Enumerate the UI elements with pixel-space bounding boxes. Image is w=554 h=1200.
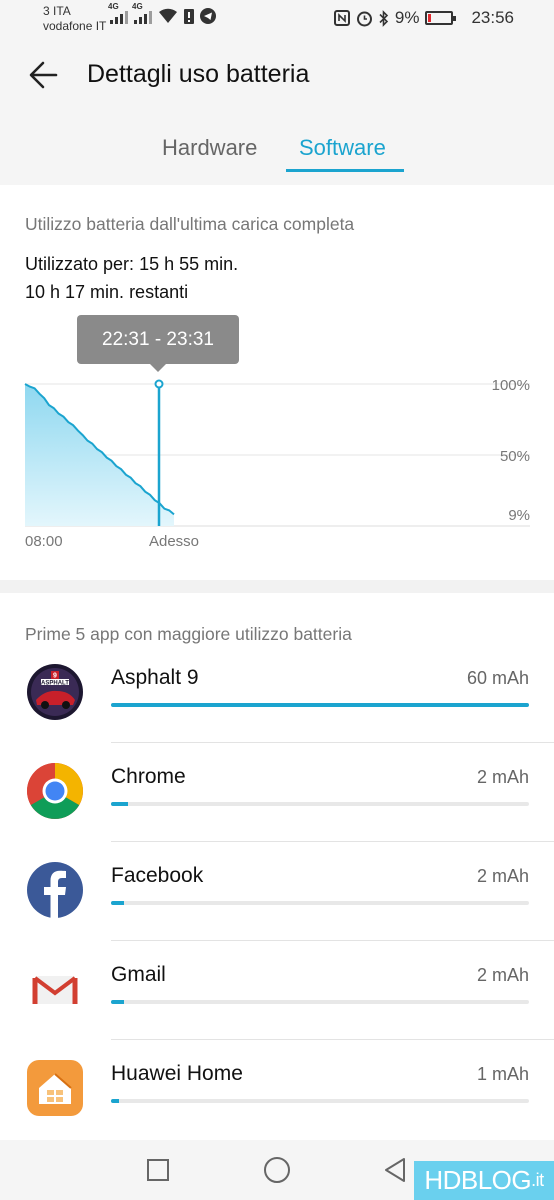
alert-icon — [184, 9, 194, 24]
usage-bar — [111, 1099, 529, 1103]
tab-software[interactable]: Software — [299, 135, 386, 161]
app-mah: 60 mAh — [466, 668, 529, 688]
app-row-chrome[interactable]: Chrome 2 mAh — [0, 763, 554, 862]
chart-tooltip: 22:31 - 23:31 — [77, 315, 239, 364]
app-mah: 2 mAh — [476, 866, 529, 886]
huawei-home-icon — [27, 1060, 83, 1116]
clock: 23:56 — [471, 8, 514, 27]
remaining-time: 10 h 17 min. restanti — [25, 282, 189, 302]
apps-heading: Prime 5 app con maggiore utilizzo batter… — [25, 624, 352, 644]
asphalt-icon: ASPHALT 9 — [27, 664, 83, 720]
status-left-icons: 4G 4G — [108, 2, 216, 24]
status-bar: 3 ITA vodafone IT 4G 4G 9% 23:56 — [0, 0, 554, 40]
chart-cursor-dot — [154, 379, 164, 389]
app-name: Asphalt 9 — [111, 666, 199, 689]
watermark-text: HDBLOG — [424, 1165, 532, 1195]
used-value: 15 h 55 min. — [139, 254, 239, 274]
app-row-gmail[interactable]: Gmail 2 mAh — [0, 961, 554, 1060]
battery-icon — [425, 11, 457, 25]
app-name: Huawei Home — [111, 1062, 243, 1085]
used-time: Utilizzato per: 15 h 55 min. — [25, 254, 238, 275]
usage-bar — [111, 901, 529, 905]
section-divider — [0, 580, 554, 593]
carrier-info: 3 ITA vodafone IT — [43, 4, 106, 34]
app-name: Gmail — [111, 963, 166, 986]
signal-tag-2: 4G — [132, 2, 143, 11]
row-divider — [111, 1039, 554, 1040]
page-title: Dettagli uso batteria — [87, 60, 310, 88]
gmail-icon — [32, 976, 78, 1004]
watermark-suffix: .it — [531, 1170, 544, 1190]
battery-percent: 9% — [394, 8, 420, 27]
svg-text:ASPHALT: ASPHALT — [41, 681, 69, 687]
signal-icon: 4G — [108, 2, 128, 24]
active-tab-indicator — [286, 169, 404, 172]
chart-x-tick: 08:00 — [25, 533, 63, 550]
row-divider — [111, 841, 554, 842]
usage-bar — [111, 703, 529, 707]
usage-bar-fill — [111, 1000, 124, 1004]
usage-bar-fill — [111, 1099, 120, 1103]
tooltip-arrow — [150, 364, 166, 372]
app-name: Chrome — [111, 765, 186, 788]
signal-tag: 4G — [108, 2, 119, 11]
usage-bar — [111, 802, 529, 806]
facebook-icon — [27, 862, 83, 918]
status-right: 9% 23:56 — [333, 8, 514, 28]
nav-back-icon[interactable] — [383, 1157, 407, 1183]
recent-apps-icon[interactable] — [147, 1159, 169, 1181]
app-mah: 1 mAh — [476, 1064, 529, 1084]
used-label: Utilizzato per: — [25, 254, 135, 274]
svg-text:9: 9 — [53, 673, 57, 680]
telegram-icon — [200, 8, 216, 24]
bluetooth-icon — [379, 9, 389, 27]
home-icon[interactable] — [264, 1157, 290, 1183]
usage-bar-fill — [111, 802, 128, 806]
row-divider — [111, 940, 554, 941]
usage-bar-fill — [111, 703, 529, 707]
usage-bar-fill — [111, 901, 124, 905]
signal-icon-2: 4G — [132, 2, 152, 24]
usage-heading: Utilizzo batteria dall'ultima carica com… — [25, 214, 355, 234]
wifi-icon — [159, 8, 177, 23]
chart-y-tick: 100% — [492, 377, 530, 394]
usage-bar — [111, 1000, 529, 1004]
app-mah: 2 mAh — [476, 965, 529, 985]
back-arrow-icon[interactable] — [28, 58, 58, 92]
app-mah: 2 mAh — [476, 767, 529, 787]
nfc-icon — [333, 10, 350, 26]
battery-fill — [428, 14, 431, 22]
chrome-icon — [27, 763, 83, 819]
chart-x-tick: Adesso — [149, 533, 199, 550]
row-divider — [111, 742, 554, 743]
chart-y-tick: 50% — [500, 448, 530, 465]
carrier-line-2: vodafone IT — [43, 19, 107, 33]
carrier-line-1: 3 ITA — [43, 4, 71, 18]
alarm-icon — [356, 11, 372, 26]
app-name: Facebook — [111, 864, 204, 887]
chart-y-tick: 9% — [508, 507, 530, 524]
app-row-asphalt[interactable]: ASPHALT 9 Asphalt 9 60 mAh — [0, 664, 554, 763]
tab-hardware[interactable]: Hardware — [162, 135, 257, 161]
watermark-logo: HDBLOG .it — [414, 1161, 554, 1200]
app-row-facebook[interactable]: Facebook 2 mAh — [0, 862, 554, 961]
